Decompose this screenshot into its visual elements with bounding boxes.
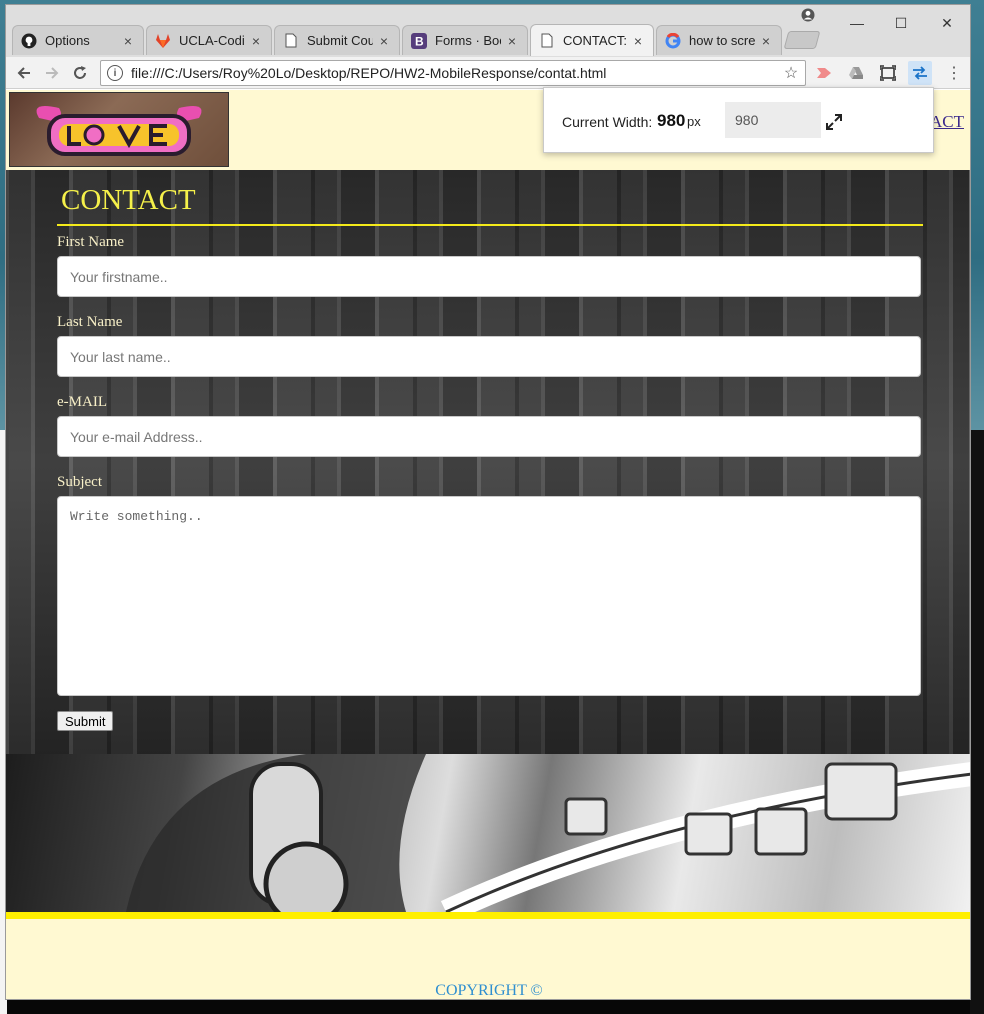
contact-title: CONTACT [57, 170, 923, 226]
current-width-unit: px [687, 114, 701, 129]
page-viewport: ACT CONTACT First Name Your firstname.. … [6, 90, 970, 999]
current-width-value: 980 [657, 111, 686, 130]
first-name-label: First Name [57, 234, 125, 250]
contact-form: CONTACT First Name Last Name e-MAIL Subj… [57, 170, 923, 754]
close-icon[interactable]: × [759, 33, 773, 49]
bookmark-star-icon[interactable]: ☆ [781, 63, 801, 83]
tab-ucla-coding[interactable]: UCLA-Coding × [146, 25, 272, 55]
subject-textarea[interactable] [57, 496, 921, 696]
footer: COPYRIGHT © [6, 919, 970, 999]
close-icon[interactable]: × [505, 33, 519, 49]
maximize-button[interactable]: ☐ [878, 11, 924, 35]
window-resizer-popup: Current Width: 980 px [543, 87, 934, 153]
tab-strip: Options × UCLA-Coding × Submit Cour × B … [6, 5, 970, 57]
anime-headphones-art [6, 754, 970, 927]
email-input[interactable] [57, 416, 921, 457]
last-name-label: Last Name [57, 314, 123, 330]
profile-icon[interactable] [801, 8, 815, 22]
window-resizer-icon[interactable] [908, 61, 932, 85]
close-window-button[interactable]: ✕ [924, 11, 970, 35]
extension-pink-icon[interactable] [812, 61, 836, 85]
tab-label: Submit Cour [307, 33, 373, 48]
svg-text:B: B [415, 34, 424, 48]
email-label: e-MAIL [57, 394, 107, 410]
browser-window: Options × UCLA-Coding × Submit Cour × B … [5, 4, 971, 1000]
page-icon [283, 33, 299, 49]
close-icon[interactable]: × [377, 33, 391, 49]
google-icon [665, 32, 681, 49]
first-name-input[interactable] [57, 256, 921, 297]
gitlab-icon [155, 33, 171, 49]
tab-label: how to scree [689, 33, 755, 48]
reload-icon[interactable] [68, 61, 92, 85]
headphones-character-art [126, 754, 970, 927]
subject-label: Subject [57, 474, 102, 490]
close-icon[interactable]: × [121, 33, 135, 49]
forward-icon[interactable] [40, 61, 64, 85]
copyright-text: COPYRIGHT © [435, 982, 543, 999]
width-input[interactable] [725, 102, 821, 138]
current-width-label: Current Width: [562, 114, 653, 130]
info-icon[interactable]: i [107, 65, 123, 81]
address-url: file:///C:/Users/Roy%20Lo/Desktop/REPO/H… [131, 65, 607, 81]
tab-label: CONTACT: R [563, 33, 627, 48]
minimize-button[interactable]: — [834, 11, 880, 35]
tab-label: Options [45, 33, 90, 48]
close-icon[interactable]: × [631, 33, 645, 49]
contact-panel: CONTACT First Name Last Name e-MAIL Subj… [9, 170, 969, 754]
tab-how-to-screenshot[interactable]: how to scree × [656, 25, 782, 55]
close-icon[interactable]: × [249, 33, 263, 49]
tab-label: UCLA-Coding [179, 33, 245, 48]
browser-toolbar: i file:///C:/Users/Roy%20Lo/Desktop/REPO… [6, 57, 970, 89]
screen-capture-icon[interactable] [876, 61, 900, 85]
github-icon [21, 33, 37, 49]
page-icon [539, 33, 555, 49]
google-drive-icon[interactable] [844, 61, 868, 85]
love-logo[interactable] [9, 92, 229, 167]
last-name-input[interactable] [57, 336, 921, 377]
address-bar[interactable]: i file:///C:/Users/Roy%20Lo/Desktop/REPO… [100, 60, 806, 86]
footer-yellow-strip [6, 912, 970, 919]
tab-forms-bootstrap[interactable]: B Forms · Boot × [402, 25, 528, 55]
tab-contact[interactable]: CONTACT: R × [530, 24, 654, 56]
tab-submit-course[interactable]: Submit Cour × [274, 25, 400, 55]
nav-contact-link[interactable]: ACT [930, 112, 964, 132]
desktop-right-window-edge [970, 430, 984, 1014]
menu-icon[interactable]: ⋮ [942, 61, 966, 85]
tab-label: Forms · Boot [435, 33, 501, 48]
love-graffiti-image [36, 105, 202, 156]
new-tab-button[interactable] [783, 31, 821, 49]
expand-icon[interactable] [824, 112, 844, 132]
back-icon[interactable] [12, 61, 36, 85]
submit-button[interactable]: Submit [57, 711, 114, 731]
tab-options[interactable]: Options × [12, 25, 144, 55]
bootstrap-icon: B [411, 32, 427, 49]
